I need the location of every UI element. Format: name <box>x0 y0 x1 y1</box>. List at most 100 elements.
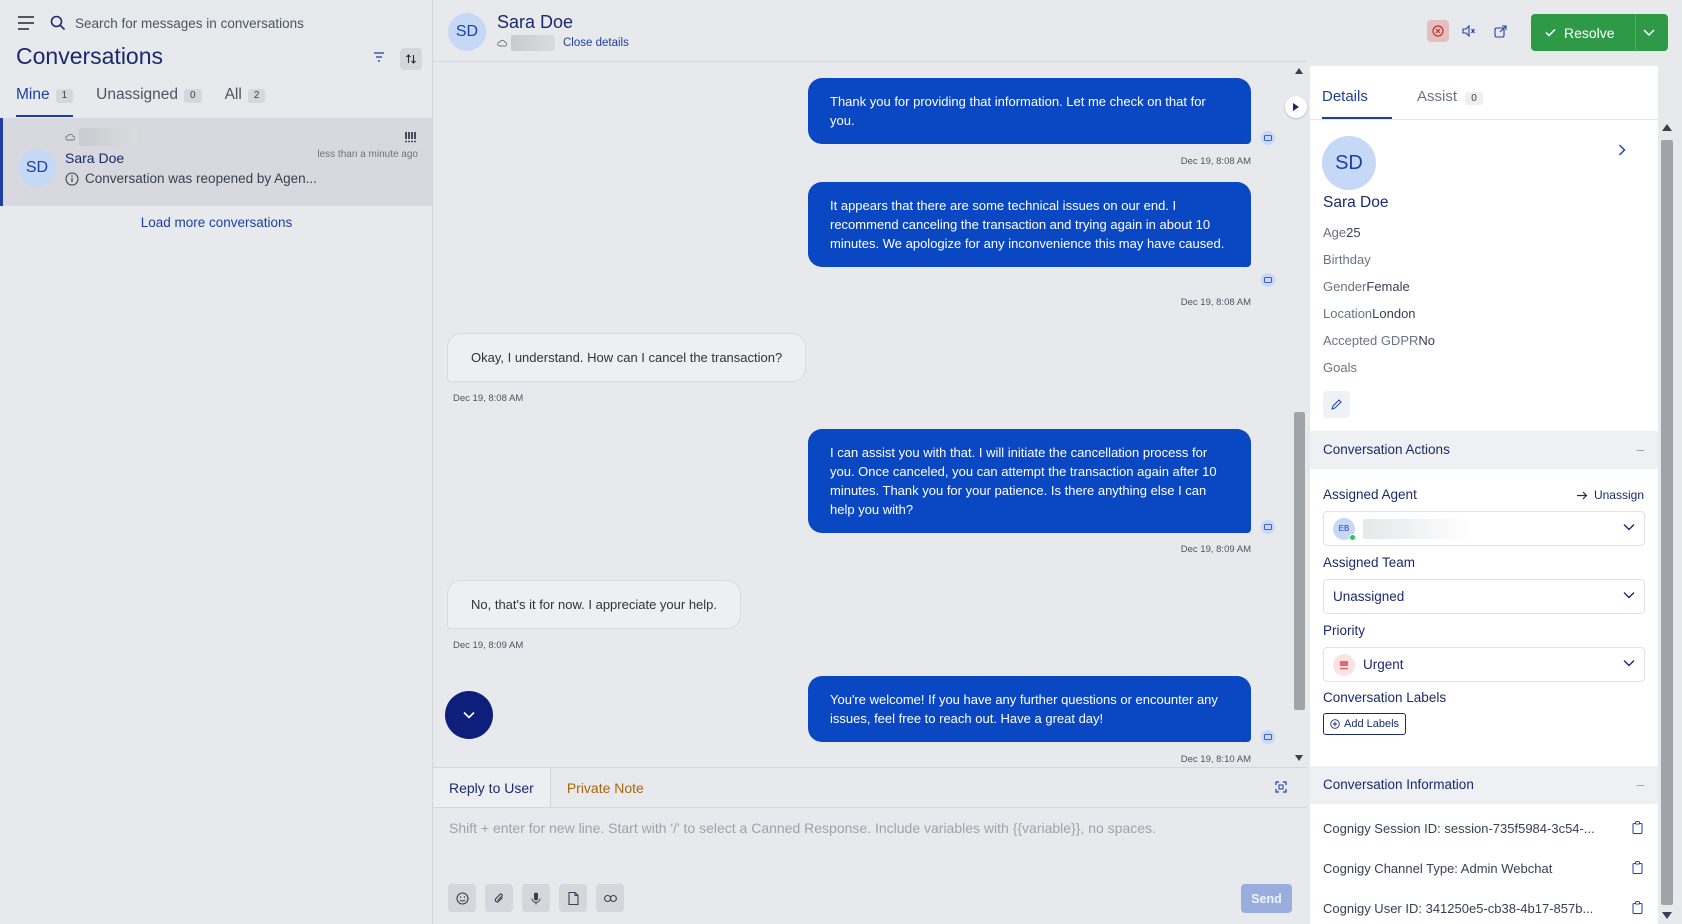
urgent-priority-icon <box>1333 653 1355 676</box>
scroll-up-arrow-icon[interactable] <box>1662 124 1672 131</box>
info-row: Cognigy User ID: 341250e5-cb38-4b17-857b… <box>1323 901 1643 916</box>
attribute-label: Goals <box>1323 360 1357 375</box>
chat-header: SD Sara Doe Close details <box>433 0 1307 62</box>
document-icon[interactable] <box>559 884 587 912</box>
scroll-down-arrow-icon[interactable] <box>1295 755 1303 761</box>
section-title: Conversation Information <box>1323 777 1474 792</box>
chevron-down-icon[interactable] <box>1623 659 1635 667</box>
assigned-team-label: Assigned Team <box>1323 555 1416 570</box>
tab-count-badge: 0 <box>184 89 202 103</box>
emoji-icon[interactable] <box>448 884 476 912</box>
composer-tabs: Reply to User Private Note <box>433 768 1307 808</box>
block-contact-icon[interactable] <box>1427 20 1449 42</box>
section-title: Conversation Actions <box>1323 442 1450 457</box>
tab-count-badge: 2 <box>247 89 266 103</box>
link-icon[interactable] <box>596 884 624 912</box>
microphone-icon[interactable] <box>522 884 550 912</box>
conversation-tabs: Mine 1 Unassigned 0 All 2 <box>16 86 288 118</box>
attribute-label: Age <box>1323 225 1347 240</box>
contact-name: Sara Doe <box>1323 194 1389 211</box>
message-bubble-outgoing: You're welcome! If you have any further … <box>808 676 1251 742</box>
search-bar <box>16 13 395 33</box>
scrollbar-thumb[interactable] <box>1294 412 1305 710</box>
tab-mine[interactable]: Mine 1 <box>16 86 74 117</box>
tab-private-note[interactable]: Private Note <box>551 768 660 807</box>
scroll-to-bottom-button[interactable] <box>445 691 493 739</box>
tab-label: Mine <box>16 86 50 103</box>
sort-icon[interactable] <box>400 48 422 70</box>
search-icon[interactable] <box>50 15 66 31</box>
load-more-link[interactable]: Load more conversations <box>0 215 433 230</box>
add-labels-button[interactable]: Add Labels <box>1323 713 1407 735</box>
tab-details[interactable]: Details <box>1322 88 1392 119</box>
selected-value: Unassigned <box>1333 589 1405 604</box>
info-text: Cognigy Session ID: session-735f5984-3c5… <box>1323 821 1595 836</box>
message-bubble-outgoing: Thank you for providing that information… <box>808 78 1251 144</box>
chevron-down-icon[interactable] <box>1623 523 1635 531</box>
tab-unassigned[interactable]: Unassigned 0 <box>96 86 202 118</box>
tab-label: Unassigned <box>96 86 179 103</box>
details-scrollbar[interactable] <box>1658 120 1676 924</box>
hamburger-menu-icon[interactable] <box>16 13 36 33</box>
collapse-icon[interactable]: – <box>1636 431 1644 469</box>
attribute-value: Female <box>1366 279 1410 294</box>
resolve-button[interactable]: Resolve <box>1531 14 1668 51</box>
priority-select[interactable]: Urgent <box>1323 647 1645 682</box>
agent-initials: EB <box>1338 524 1350 533</box>
chevron-down-icon[interactable] <box>1643 25 1655 39</box>
conversation-list-item[interactable]: SD Sara Doe less than a minute ago Conve… <box>0 118 432 206</box>
assigned-team-select[interactable]: Unassigned <box>1323 579 1645 614</box>
message-preview: Conversation was reopened by Agen... <box>65 171 330 186</box>
attribute-birthday: Birthday <box>1323 252 1371 267</box>
search-input[interactable] <box>75 15 395 31</box>
scroll-up-arrow-icon[interactable] <box>1295 68 1303 74</box>
message-timestamp: Dec 19, 8:08 AM <box>1180 156 1251 167</box>
button-divider <box>1635 14 1636 51</box>
conversation-information-header[interactable]: Conversation Information – <box>1310 766 1658 804</box>
message-input[interactable] <box>449 820 1289 860</box>
cloud-icon <box>497 39 507 47</box>
tab-reply-to-user[interactable]: Reply to User <box>433 768 551 807</box>
attribute-accepted-gdpr: Accepted GDPRNo <box>1323 333 1435 348</box>
copy-icon[interactable] <box>1632 821 1643 834</box>
mute-icon[interactable] <box>1458 20 1480 42</box>
message-timestamp: Dec 19, 8:08 AM <box>453 393 524 404</box>
chevron-down-icon[interactable] <box>1623 591 1635 599</box>
collapse-icon[interactable]: – <box>1636 766 1644 804</box>
chevron-right-icon[interactable] <box>1618 144 1626 156</box>
close-details-link[interactable]: Close details <box>563 37 629 49</box>
avatar: SD <box>1322 136 1376 190</box>
share-icon[interactable] <box>1489 20 1511 42</box>
attribute-value: London <box>1372 306 1416 321</box>
avatar: EB <box>1333 517 1356 541</box>
scroll-down-arrow-icon[interactable] <box>1662 912 1672 919</box>
conversation-labels-title: Conversation Labels <box>1323 690 1447 705</box>
assigned-agent-select[interactable]: EB <box>1323 511 1645 546</box>
attachment-icon[interactable] <box>485 884 513 912</box>
unassign-label: Unassign <box>1593 488 1644 502</box>
tab-all[interactable]: All 2 <box>225 86 266 118</box>
attribute-goals: Goals <box>1323 360 1357 375</box>
button-label: Add Labels <box>1344 718 1400 730</box>
reply-composer: Reply to User Private Note Send <box>433 767 1307 924</box>
send-button[interactable]: Send <box>1241 884 1292 913</box>
edit-contact-icon[interactable] <box>1323 391 1350 418</box>
urgent-priority-icon <box>404 131 416 143</box>
contact-name: Sara Doe <box>497 12 574 32</box>
info-row: Cognigy Channel Type: Admin Webchat <box>1323 861 1643 876</box>
copy-icon[interactable] <box>1632 861 1643 874</box>
unassign-link[interactable]: Unassign <box>1576 488 1644 502</box>
header-subline: Close details <box>497 35 629 51</box>
expand-editor-icon[interactable] <box>1275 781 1287 793</box>
conversation-actions-header[interactable]: Conversation Actions – <box>1310 431 1658 469</box>
copy-icon[interactable] <box>1632 901 1643 914</box>
scrollbar-thumb[interactable] <box>1661 140 1673 905</box>
preview-text: Conversation was reopened by Agen... <box>85 171 317 186</box>
collapse-details-toggle[interactable] <box>1285 96 1307 118</box>
selected-value: Urgent <box>1363 657 1404 672</box>
read-receipt-icon <box>1261 273 1275 287</box>
avatar: SD <box>448 13 486 51</box>
message-scrollbar[interactable] <box>1291 62 1307 767</box>
tab-assist[interactable]: Assist 0 <box>1417 88 1483 105</box>
filter-icon[interactable] <box>373 52 385 62</box>
